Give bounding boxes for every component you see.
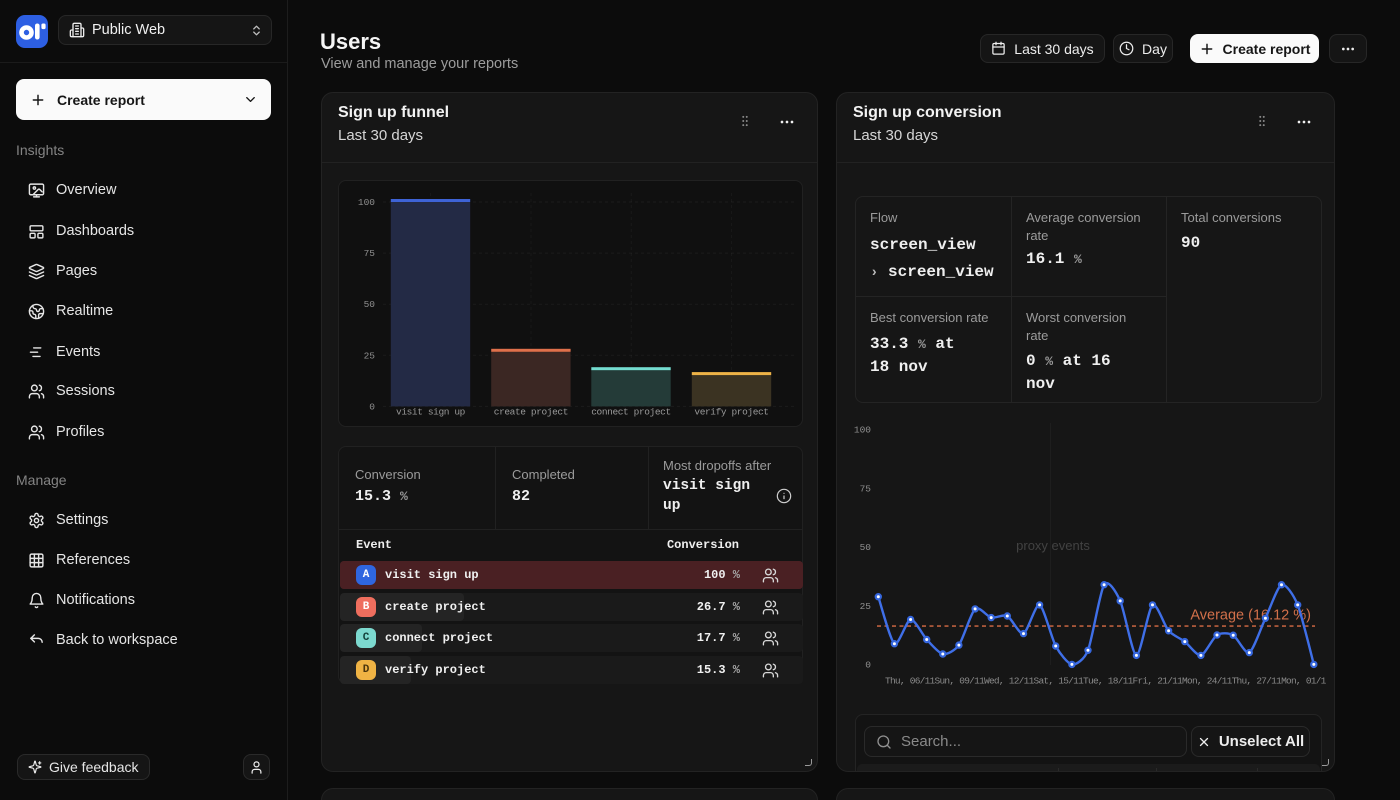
svg-text:25: 25 [860, 601, 872, 612]
svg-text:50: 50 [364, 299, 376, 310]
svg-text:0: 0 [369, 401, 375, 412]
svg-text:100: 100 [358, 197, 375, 208]
svg-text:50: 50 [860, 542, 872, 553]
svg-text:create project: create project [494, 407, 568, 418]
svg-text:0: 0 [865, 660, 871, 671]
svg-text:25: 25 [364, 350, 376, 361]
svg-text:proxy events: proxy events [1016, 538, 1090, 553]
svg-text:Thu, 06/11Sun, 09/11Wed, 12/11: Thu, 06/11Sun, 09/11Wed, 12/11Sat, 15/11… [885, 676, 1327, 687]
svg-text:100: 100 [854, 425, 871, 436]
svg-text:75: 75 [860, 483, 872, 494]
svg-text:visit sign up: visit sign up [396, 407, 466, 418]
svg-text:75: 75 [364, 248, 376, 259]
svg-text:verify project: verify project [694, 407, 768, 418]
svg-text:connect project: connect project [591, 407, 671, 418]
svg-text:Average (16.12 %): Average (16.12 %) [1190, 608, 1311, 624]
